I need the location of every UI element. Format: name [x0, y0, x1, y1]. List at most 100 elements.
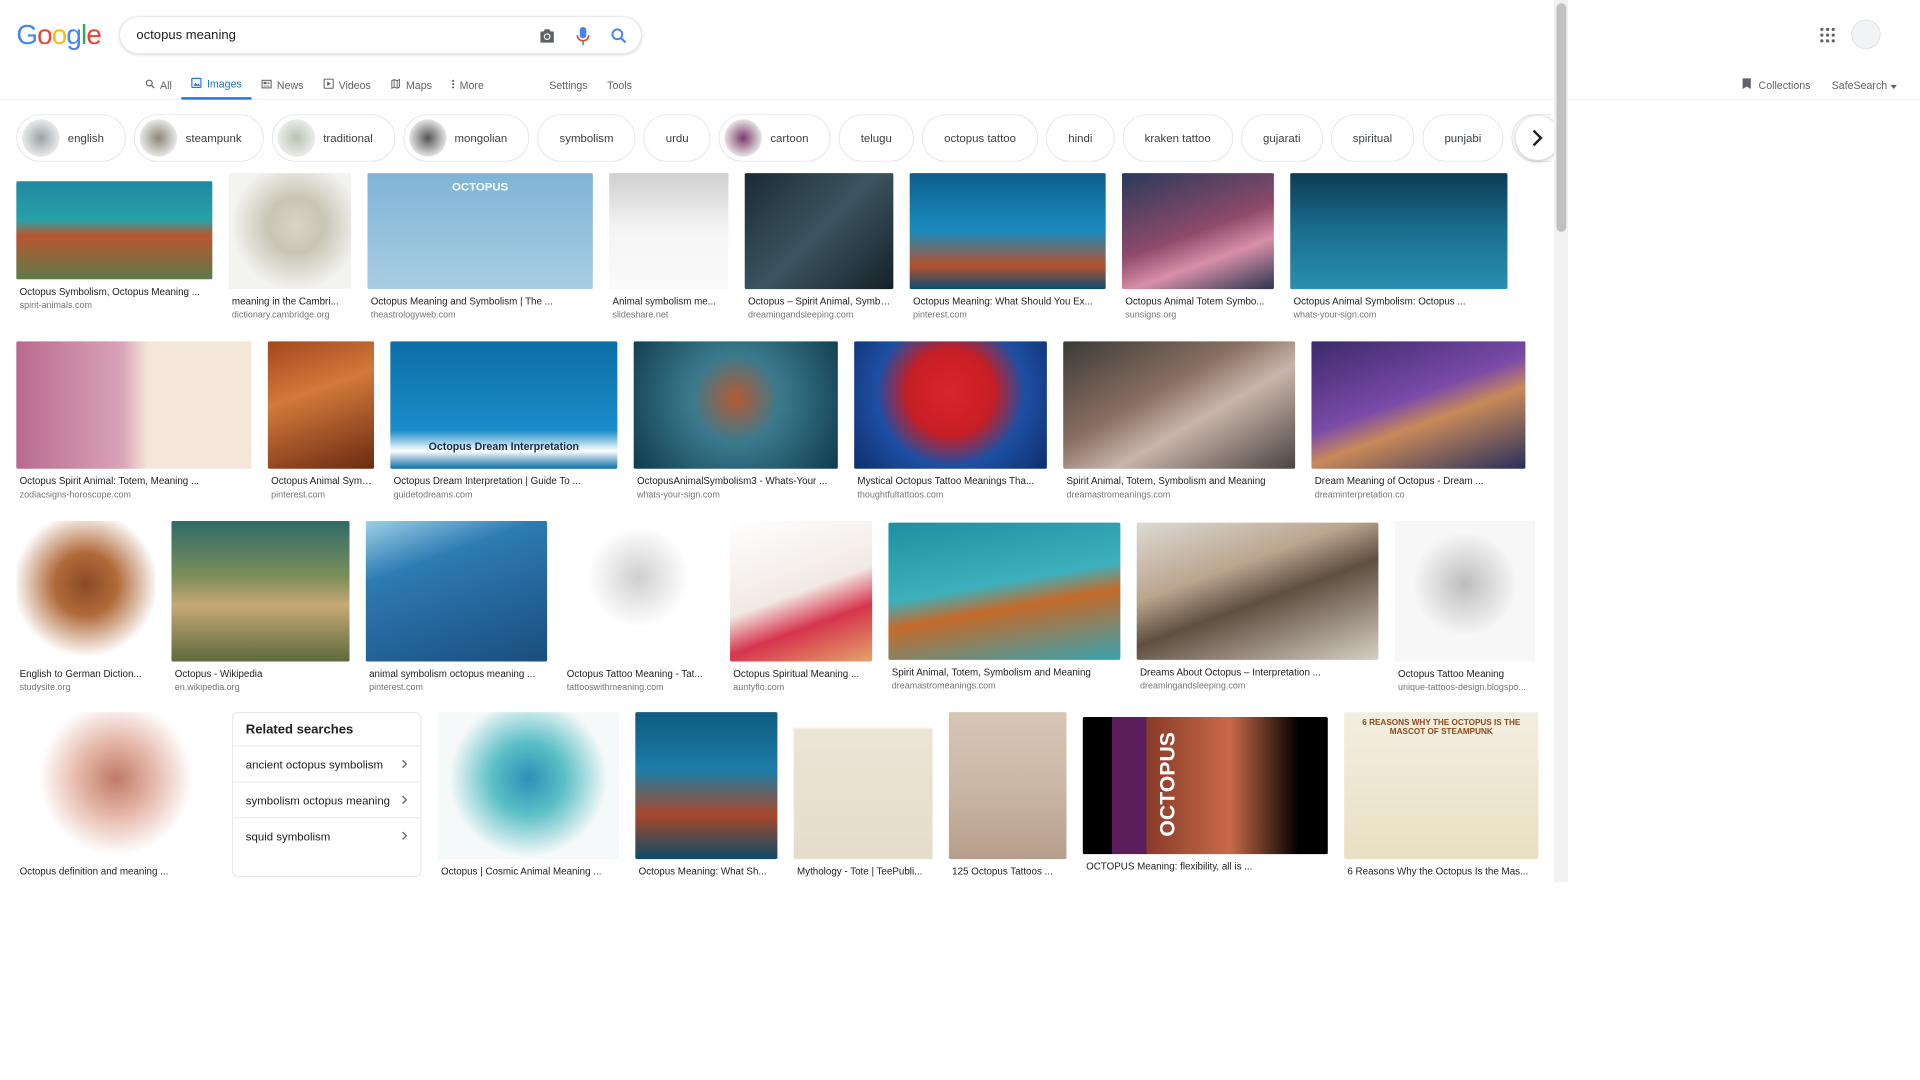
result-title[interactable]: Octopus Tattoo Meaning - Tat... — [563, 668, 713, 679]
image-result[interactable]: Octopus Spirit Animal: Totem, Meaning ..… — [16, 341, 252, 500]
image-thumbnail[interactable]: 6 REASONS WHY THE OCTOPUS IS THE MASCOT … — [1344, 712, 1539, 860]
image-result[interactable]: Octopus definition and meaning ... — [16, 712, 216, 877]
image-thumbnail[interactable] — [267, 341, 375, 469]
result-title[interactable]: OctopusAnimalSymbolism3 - Whats-Your ... — [634, 475, 838, 486]
tab-maps[interactable]: Maps — [381, 70, 442, 99]
image-result[interactable]: Octopus Symbolism, Octopus Meaning ... sp… — [16, 173, 213, 320]
result-source[interactable]: zodiacsigns-horoscope.com — [16, 490, 251, 500]
result-source[interactable]: dictionary.cambridge.org — [229, 310, 351, 320]
result-title[interactable]: Spirit Animal, Totem, Symbolism and Mean… — [1063, 475, 1295, 486]
image-result[interactable]: OCTOPUS Octopus Meaning and Symbolism | T… — [367, 173, 593, 320]
image-thumbnail[interactable] — [437, 712, 619, 860]
result-title[interactable]: Octopus - Wikipedia — [171, 668, 349, 679]
tab-videos[interactable]: Videos — [313, 70, 380, 99]
image-thumbnail[interactable] — [854, 341, 1047, 469]
result-title[interactable]: Spirit Animal, Totem, Symbolism and Mean… — [888, 666, 1120, 677]
image-thumbnail[interactable]: OCTOPUS — [1082, 716, 1328, 855]
chip-cartoon[interactable]: cartoon — [718, 114, 831, 162]
result-title[interactable]: Octopus Dream Interpretation | Guide To … — [390, 475, 617, 486]
search-icon[interactable] — [608, 25, 629, 46]
image-thumbnail[interactable] — [609, 173, 729, 290]
result-source[interactable]: whats-your-sign.com — [634, 490, 838, 500]
image-thumbnail[interactable] — [1136, 522, 1379, 660]
tab-all[interactable]: All — [136, 70, 182, 99]
chip-urdu[interactable]: urdu — [643, 114, 711, 162]
result-title[interactable]: Mystical Octopus Tattoo Meanings Tha... — [854, 475, 1047, 486]
image-thumbnail[interactable] — [16, 181, 213, 280]
image-result[interactable]: OctopusAnimalSymbolism3 - Whats-Your ...… — [633, 341, 838, 500]
result-title[interactable]: OCTOPUS Meaning: flexibility, all is ... — [1083, 861, 1328, 872]
tab-news[interactable]: News — [252, 70, 314, 99]
result-source[interactable]: sunsigns.org — [1122, 310, 1274, 320]
result-source[interactable]: unique-tattoos-design.blogspo... — [1395, 683, 1535, 693]
image-result[interactable]: Octopus Animal Symbolism: Octopus ... wha… — [1290, 173, 1508, 320]
result-source[interactable]: guidetodreams.com — [390, 490, 617, 500]
image-thumbnail[interactable] — [948, 712, 1067, 860]
related-search-item[interactable]: squid symbolism — [233, 818, 421, 854]
image-thumbnail[interactable] — [633, 341, 838, 469]
tab-images[interactable]: Images — [181, 70, 252, 100]
image-thumbnail[interactable] — [635, 712, 778, 860]
result-title[interactable]: Octopus Tattoo Meaning — [1395, 668, 1535, 679]
image-result[interactable]: Octopus - Wikipedia en.wikipedia.org — [171, 520, 350, 693]
result-title[interactable]: Octopus definition and meaning ... — [16, 866, 215, 877]
result-source[interactable]: theastrologyweb.com — [367, 310, 592, 320]
result-title[interactable]: animal symbolism octopus meaning ... — [366, 668, 547, 679]
chip-kraken-tattoo[interactable]: kraken tattoo — [1122, 114, 1233, 162]
result-source[interactable]: pinterest.com — [366, 683, 547, 693]
image-result[interactable]: Octopus Meaning: What Sh... — [635, 712, 778, 877]
result-title[interactable]: Dream Meaning of Octopus - Dream ... — [1311, 475, 1525, 486]
image-result[interactable]: Octopus Dream Interpretation Octopus Drea… — [390, 341, 618, 500]
image-result[interactable]: Mystical Octopus Tattoo Meanings Tha... t… — [854, 341, 1047, 500]
chip-gujarati[interactable]: gujarati — [1240, 114, 1323, 162]
chip-hindi[interactable]: hindi — [1046, 114, 1115, 162]
image-result[interactable]: 6 REASONS WHY THE OCTOPUS IS THE MASCOT … — [1344, 712, 1539, 877]
result-source[interactable]: studysite.org — [16, 683, 155, 693]
chip-spiritual[interactable]: spiritual — [1330, 114, 1415, 162]
image-result[interactable]: animal symbolism octopus meaning ... pint… — [365, 520, 548, 693]
result-title[interactable]: Animal symbolism me... — [609, 296, 728, 307]
scrollbar[interactable] — [1553, 0, 1568, 882]
image-thumbnail[interactable] — [228, 173, 352, 290]
image-result[interactable]: Animal symbolism me... slideshare.net — [609, 173, 729, 320]
result-title[interactable]: Octopus Spiritual Meaning ... — [730, 668, 872, 679]
related-search-item[interactable]: ancient octopus symbolism — [232, 746, 421, 783]
tools-link[interactable]: Tools — [597, 70, 641, 99]
image-result[interactable]: Octopus Tattoo Meaning unique-tattoos-des… — [1394, 520, 1536, 693]
result-title[interactable]: English to German Diction... — [16, 668, 155, 679]
avatar[interactable] — [1851, 19, 1881, 49]
result-source[interactable]: en.wikipedia.org — [171, 683, 349, 693]
result-title[interactable]: 6 Reasons Why the Octopus Is the Mas... — [1344, 866, 1538, 877]
camera-icon[interactable] — [537, 25, 558, 46]
apps-grid-icon[interactable] — [1820, 27, 1835, 47]
tab-more[interactable]: More — [442, 70, 494, 99]
result-source[interactable]: spirit-animals.com — [16, 301, 212, 311]
result-source[interactable]: dreamingandsleeping.com — [745, 310, 894, 320]
microphone-icon[interactable] — [572, 25, 593, 46]
image-thumbnail[interactable] — [909, 173, 1106, 290]
result-title[interactable]: Octopus Symbolism, Octopus Meaning ... — [16, 286, 212, 297]
image-thumbnail[interactable] — [563, 520, 714, 662]
result-source[interactable]: pinterest.com — [268, 490, 374, 500]
result-title[interactable]: Octopus Meaning: What Sh... — [635, 866, 777, 877]
chip-traditional[interactable]: traditional — [271, 114, 395, 162]
google-logo[interactable]: Google — [16, 20, 101, 52]
result-title[interactable]: Octopus Animal Totem Symbo... — [1122, 296, 1274, 307]
image-thumbnail[interactable] — [744, 173, 894, 290]
image-result[interactable]: Octopus Animal Symb... pinterest.com — [267, 341, 375, 500]
image-result[interactable]: English to German Diction... studysite.or… — [16, 520, 156, 693]
result-source[interactable]: dreamingandsleeping.com — [1137, 681, 1379, 691]
result-source[interactable]: dreaminterpretation.co — [1311, 490, 1525, 500]
scrollbar-thumb[interactable] — [1556, 3, 1567, 232]
collections-button[interactable]: Collections — [1742, 78, 1810, 93]
image-result[interactable]: Dream Meaning of Octopus - Dream ... drea… — [1311, 341, 1526, 500]
result-source[interactable]: thoughtfultattoos.com — [854, 490, 1047, 500]
image-result[interactable]: Mythology - Tote | TeePubli... — [793, 712, 933, 877]
chip-english[interactable]: english — [16, 114, 127, 162]
image-thumbnail[interactable] — [1394, 520, 1536, 662]
image-thumbnail[interactable] — [16, 341, 252, 469]
image-result[interactable]: meaning in the Cambri... dictionary.cambr… — [228, 173, 352, 320]
image-result[interactable]: OCTOPUS OCTOPUS Meaning: flexibility, all… — [1082, 712, 1328, 877]
image-result[interactable]: Spirit Animal, Totem, Symbolism and Mean… — [888, 521, 1121, 692]
settings-link[interactable]: Settings — [539, 70, 597, 99]
